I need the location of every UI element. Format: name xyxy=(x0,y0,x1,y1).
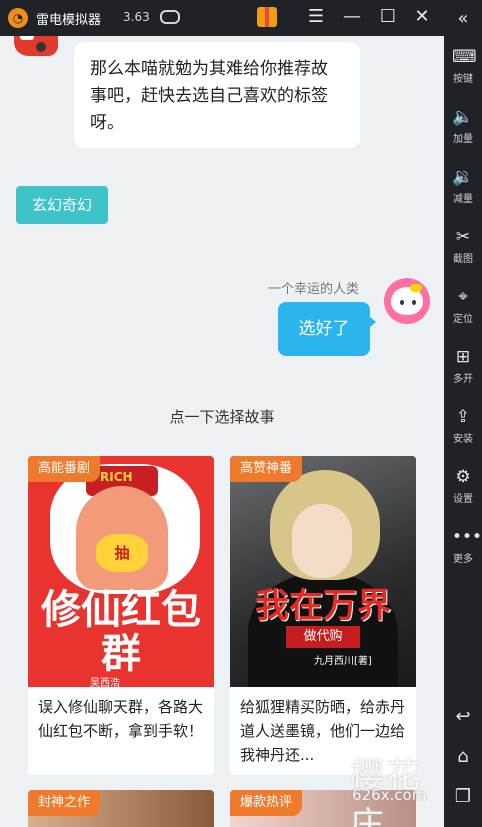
sidebar-item-label: 更多 xyxy=(453,554,473,565)
story-tag-badge: 爆款热评 xyxy=(230,790,303,816)
minimize-icon[interactable]: — xyxy=(340,6,364,30)
maximize-icon[interactable]: ☐ xyxy=(376,6,400,30)
multi-open-icon: ⊞ xyxy=(455,347,471,367)
location-pin-icon: ⌖ xyxy=(458,287,468,307)
keyboard-icon: ⌨ xyxy=(452,47,477,67)
story-tag-badge: 封神之作 xyxy=(28,790,101,816)
sidebar-item-settings[interactable]: ⚙ 设置 xyxy=(444,466,482,512)
user-avatar xyxy=(384,278,430,324)
sidebar-item-label: 安装 xyxy=(453,434,473,445)
sidebar-item-volume-down[interactable]: 🔉 减量 xyxy=(444,166,482,212)
watermark-url: 626x.com xyxy=(352,786,427,804)
cover-subtitle: 做代购 xyxy=(286,626,360,648)
sidebar-item-label: 设置 xyxy=(453,494,473,505)
sidebar-item-location[interactable]: ⌖ 定位 xyxy=(444,286,482,332)
sidebar-item-label: 按键 xyxy=(453,74,473,85)
bot-message-bubble: 那么本喵就勉为其难给你推荐故事吧，赶快去选自己喜欢的标签呀。 xyxy=(74,42,360,148)
user-name: 一个幸运的人类 xyxy=(268,282,360,297)
collapse-sidebar-icon[interactable]: « xyxy=(444,6,482,32)
cover-ingot: 抽 xyxy=(96,534,148,572)
sidebar-item-screenshot[interactable]: ✂ 截图 xyxy=(444,226,482,272)
story-tag-badge: 高能番剧 xyxy=(28,456,101,482)
apk-install-icon: ⇪ xyxy=(455,407,471,427)
home-icon[interactable]: ⌂ xyxy=(444,744,482,770)
app-logo-icon: ◔ xyxy=(8,8,28,28)
story-tag-badge: 高赞神番 xyxy=(230,456,303,482)
sidebar-item-more[interactable]: ••• 更多 xyxy=(444,526,482,572)
user-message-bubble: 选好了 xyxy=(278,302,376,356)
sidebar-item-multi-open[interactable]: ⊞ 多开 xyxy=(444,346,482,392)
cover-title: 我在万界 xyxy=(255,586,391,626)
gift-icon[interactable] xyxy=(257,7,277,27)
cover-title: 修仙红包群 xyxy=(41,587,201,677)
story-cover: 封神之作 xyxy=(28,790,214,827)
sidebar-item-label: 定位 xyxy=(453,314,473,325)
app-content: 那么本喵就勉为其难给你推荐故事吧，赶快去选自己喜欢的标签呀。 玄幻奇幻 一个幸运… xyxy=(0,36,444,827)
sidebar-item-install-apk[interactable]: ⇪ 安装 xyxy=(444,406,482,452)
story-card[interactable]: 我在万界 做代购 九月西川[著] 高赞神番 给狐狸精买防晒，给赤丹道人送墨镜，他… xyxy=(230,456,416,775)
gear-icon: ⚙ xyxy=(455,467,471,487)
scissors-icon: ✂ xyxy=(455,227,471,247)
sidebar-item-volume-up[interactable]: 🔈 加量 xyxy=(444,106,482,152)
more-dots-icon: ••• xyxy=(452,527,482,547)
sidebar-item-label: 多开 xyxy=(453,374,473,385)
bot-avatar xyxy=(14,36,58,56)
sidebar-item-label: 减量 xyxy=(453,194,473,205)
story-card[interactable]: 封神之作 xyxy=(28,790,214,827)
app-title: 雷电模拟器 xyxy=(36,13,102,28)
cover-author: 吴西浩 xyxy=(90,678,120,687)
back-icon[interactable]: ↩ xyxy=(444,704,482,730)
story-cover: RICH 抽 修仙红包群 吴西浩 高能番剧 xyxy=(28,456,214,687)
cover-hat-text: RICH xyxy=(100,470,133,484)
story-card[interactable]: RICH 抽 修仙红包群 吴西浩 高能番剧 误入修仙聊天群，各路大仙红包不断，拿… xyxy=(28,456,214,775)
sidebar-item-label: 截图 xyxy=(453,254,473,265)
volume-up-icon: 🔈 xyxy=(452,107,474,127)
title-bar: ◔ 雷电模拟器 3.63 ☰ — ☐ ✕ xyxy=(0,0,482,36)
story-cover: 我在万界 做代购 九月西川[著] 高赞神番 xyxy=(230,456,416,687)
story-description: 误入修仙聊天群，各路大仙红包不断，拿到手软！ xyxy=(38,698,204,740)
section-title: 点一下选择故事 xyxy=(169,408,275,426)
close-icon[interactable]: ✕ xyxy=(410,6,434,30)
volume-down-icon: 🔉 xyxy=(452,167,474,187)
gamepad-icon[interactable] xyxy=(160,10,180,24)
sidebar-item-label: 加量 xyxy=(453,134,473,145)
emulator-sidebar: « ⌨ 按键 🔈 加量 🔉 减量 ✂ 截图 ⌖ 定位 ⊞ 多开 ⇪ 安装 ⚙ 设… xyxy=(444,0,482,827)
cover-author: 九月西川[著] xyxy=(314,656,372,667)
menu-icon[interactable]: ☰ xyxy=(304,6,328,30)
sidebar-item-keymap[interactable]: ⌨ 按键 xyxy=(444,46,482,92)
app-version: 3.63 xyxy=(123,10,150,24)
recent-apps-icon[interactable]: ❐ xyxy=(444,784,482,810)
selected-tag-chip[interactable]: 玄幻奇幻 xyxy=(16,186,108,224)
